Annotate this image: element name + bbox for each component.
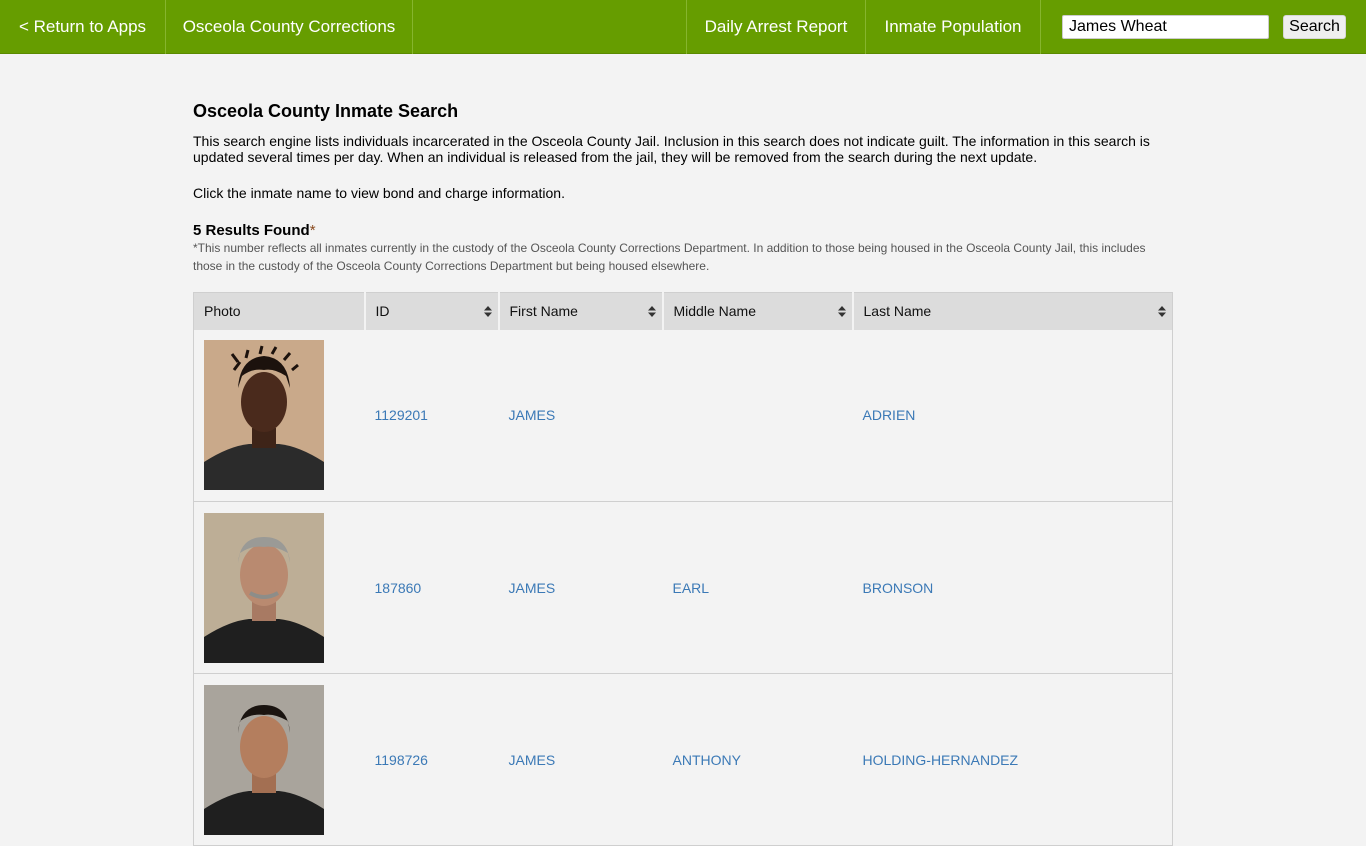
column-header-label: First Name	[509, 303, 578, 320]
top-navigation-bar: < Return to Apps Osceola County Correcti…	[0, 0, 1366, 54]
photo-cell	[193, 329, 365, 502]
middle-name-link[interactable]: ANTHONY	[673, 752, 741, 768]
sort-icon	[837, 306, 846, 317]
results-footnote: *This number reflects all inmates curren…	[193, 241, 1146, 273]
results-asterisk: *	[309, 222, 316, 239]
inmate-results-table: Photo ID First Name Middle Name Last Nam…	[193, 292, 1173, 846]
column-header-first-name[interactable]: First Name	[498, 292, 664, 330]
results-count-label: 5 Results Found	[193, 222, 310, 239]
table-header-row: Photo ID First Name Middle Name Last Nam…	[193, 292, 1173, 330]
column-header-last-name[interactable]: Last Name	[852, 292, 1173, 330]
column-header-photo: Photo	[193, 292, 366, 330]
column-header-middle-name[interactable]: Middle Name	[662, 292, 854, 330]
middle-name-cell: EARL	[662, 501, 853, 674]
inmate-id-link[interactable]: 187860	[375, 580, 422, 596]
click-instruction: Click the inmate name to view bond and c…	[193, 185, 565, 201]
last-name-link[interactable]: BRONSON	[863, 580, 934, 596]
results-count: 5 Results Found*	[193, 222, 1173, 239]
daily-arrest-report-link[interactable]: Daily Arrest Report	[686, 0, 866, 54]
search-input[interactable]	[1062, 15, 1269, 39]
main-content: Osceola County Inmate Search This search…	[193, 98, 1173, 275]
last-name-link[interactable]: ADRIEN	[863, 407, 916, 423]
first-name-link[interactable]: JAMES	[509, 752, 556, 768]
inmate-photo[interactable]	[204, 512, 324, 663]
inmate-id-link[interactable]: 1198726	[375, 752, 428, 768]
first-name-link[interactable]: JAMES	[509, 580, 556, 596]
intro-text: This search engine lists individuals inc…	[193, 133, 1150, 165]
table-row: 1198726 JAMES ANTHONY HOLDING-HERNANDEZ	[193, 673, 1173, 846]
column-header-label: Last Name	[863, 303, 932, 320]
inmate-photo[interactable]	[204, 340, 324, 491]
sort-icon	[1158, 306, 1166, 317]
column-header-label: ID	[375, 303, 390, 320]
last-name-cell: BRONSON	[852, 501, 1173, 674]
first-name-link[interactable]: JAMES	[509, 407, 556, 423]
id-cell: 187860	[364, 501, 499, 674]
last-name-cell: ADRIEN	[852, 329, 1173, 502]
first-name-cell: JAMES	[498, 673, 663, 846]
middle-name-link[interactable]: EARL	[673, 580, 710, 596]
middle-name-cell: ANTHONY	[662, 673, 853, 846]
sort-icon	[647, 306, 656, 317]
site-title-link[interactable]: Osceola County Corrections	[166, 0, 413, 54]
column-header-id[interactable]: ID	[364, 292, 500, 330]
middle-name-cell	[662, 329, 853, 502]
inmate-photo[interactable]	[204, 684, 324, 835]
page-title: Osceola County Inmate Search	[193, 101, 459, 121]
photo-cell	[193, 673, 365, 846]
last-name-cell: HOLDING-HERNANDEZ	[852, 673, 1173, 846]
id-cell: 1129201	[364, 329, 499, 502]
sort-icon	[483, 306, 492, 317]
inmate-population-link[interactable]: Inmate Population	[866, 0, 1041, 54]
inmate-id-link[interactable]: 1129201	[375, 407, 428, 423]
return-to-apps-link[interactable]: < Return to Apps	[0, 0, 166, 54]
first-name-cell: JAMES	[498, 329, 663, 502]
table-row: 1129201 JAMES ADRIEN	[193, 329, 1173, 502]
first-name-cell: JAMES	[498, 501, 663, 674]
table-row: 187860 JAMES EARL BRONSON	[193, 501, 1173, 674]
column-header-label: Photo	[204, 303, 241, 320]
photo-cell	[193, 501, 365, 674]
column-header-label: Middle Name	[673, 303, 756, 320]
search-button[interactable]: Search	[1283, 15, 1346, 39]
id-cell: 1198726	[364, 673, 499, 846]
last-name-link[interactable]: HOLDING-HERNANDEZ	[863, 752, 1019, 768]
